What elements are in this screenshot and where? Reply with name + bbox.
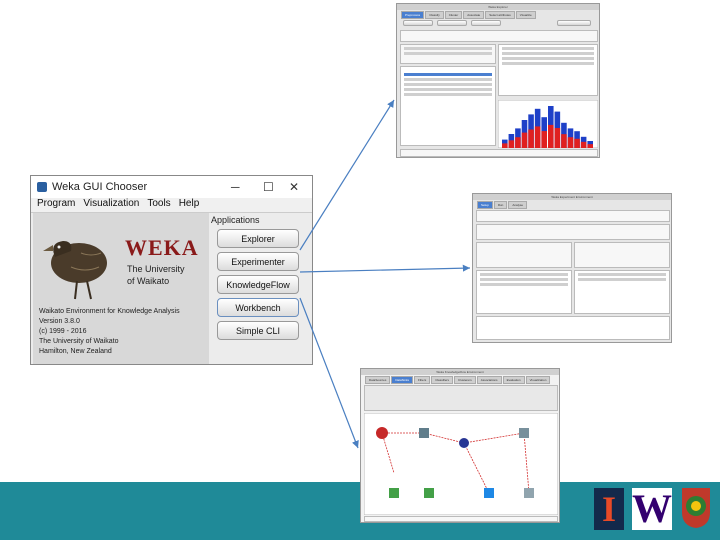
histogram-bar-segment [561,134,567,148]
experiment-config-panel [476,210,670,222]
washington-logo: W [632,486,672,531]
university-line-2: of Waikato [127,276,170,286]
histogram-bar-segment [521,132,528,148]
histogram-bar-segment [567,137,574,148]
workbench-button[interactable]: Workbench [217,298,299,317]
info-line-2: Version 3.8.0 [39,318,80,325]
explorer-tabs: Preprocess Classify Cluster Associate Se… [397,10,599,20]
weka-bird-icon [43,241,107,300]
knowledgeflow-button[interactable]: KnowledgeFlow [217,275,299,294]
datasets-panel [476,270,572,314]
histogram-bar-segment [528,129,534,148]
histogram-bar-segment [541,131,547,148]
histogram-bar-segment [580,141,587,148]
menu-help[interactable]: Help [179,198,200,212]
close-icon[interactable]: ✕ [289,180,299,194]
info-line-1: Waikato Environment for Knowledge Analys… [39,308,180,315]
logo-panel: WEKA The University of Waikato Waikato E… [33,213,209,364]
arrow-to-experimenter [299,264,471,273]
histogram-bar-segment [508,140,515,148]
arrow-to-explorer [299,99,395,251]
illinois-logo: I [594,488,624,530]
university-name: The University of Waikato [127,263,185,287]
kf-status-bar [364,516,558,522]
title-bar: Weka GUI Chooser ─ ☐ ✕ [31,176,312,198]
info-line-4: The University of Waikato [39,338,119,345]
algorithms-panel [574,270,670,314]
experimenter-tabs: Setup Run Analyse [473,200,671,210]
simple-cli-button[interactable]: Simple CLI [217,321,299,340]
info-line-5: Hamilton, New Zealand [39,348,112,355]
current-relation-panel [400,44,496,64]
histogram-bar-segment [574,138,580,148]
tab-filters[interactable]: Filters [414,376,431,384]
university-seal-icon [682,488,710,528]
flow-canvas [364,413,558,515]
tab-run[interactable]: Run [493,201,508,209]
knowledgeflow-window: Weka KnowledgeFlow Environment DataSourc… [360,368,560,523]
minimize-icon[interactable]: ─ [231,180,240,194]
knowledgeflow-tabs: DataSources DataSinks Filters Classifier… [361,375,559,385]
tab-analyse[interactable]: Analyse [508,201,528,209]
status-bar [400,149,598,157]
tab-select-attributes[interactable]: Select attributes [485,11,515,19]
tab-evaluation[interactable]: Evaluation [502,376,525,384]
tab-clusterers[interactable]: Clusterers [454,376,476,384]
experimenter-window: Weka Experiment Environment Setup Run An… [472,193,672,343]
experimenter-button[interactable]: Experimenter [217,252,299,271]
results-destination-panel [476,224,670,240]
notes-panel [476,316,670,340]
attributes-panel [400,66,496,146]
histogram-bar-segment [554,127,561,148]
histogram-bar-segment [515,137,521,148]
explorer-window: Weka Explorer Preprocess Classify Cluste… [396,3,600,158]
menu-visualization[interactable]: Visualization [83,198,139,212]
tab-datasources[interactable]: DataSources [365,376,391,384]
histogram-bar-segment [502,143,508,148]
experiment-type-panel [476,242,572,268]
filter-panel [400,30,598,42]
histogram-bar-segment [548,124,554,148]
tab-visualization[interactable]: Visualization [525,376,551,384]
weka-wordmark: WEKA [125,235,199,260]
open-url-button[interactable] [437,20,467,26]
menu-program[interactable]: Program [37,198,75,212]
weka-app-icon [37,182,47,192]
weka-gui-chooser-window: Weka GUI Chooser ─ ☐ ✕ Program Visualiza… [30,175,313,365]
menu-bar: Program Visualization Tools Help [31,198,312,213]
histogram [498,100,598,148]
tab-classifiers[interactable]: Classifiers [431,376,454,384]
tab-associate[interactable]: Associate [463,11,485,19]
applications-panel: Applications Explorer Experimenter Knowl… [211,213,311,364]
tab-classify[interactable]: Classify [425,11,444,19]
applications-title: Applications [211,215,260,225]
maximize-icon[interactable]: ☐ [263,180,274,194]
window-title: Weka GUI Chooser [52,181,148,193]
open-file-button[interactable] [403,20,433,26]
university-line-1: The University [127,264,185,274]
histogram-bar-segment [587,144,593,148]
save-button[interactable] [557,20,591,26]
open-db-button[interactable] [471,20,501,26]
tab-preprocess[interactable]: Preprocess [401,11,425,19]
iteration-control-panel [574,242,670,268]
menu-tools[interactable]: Tools [147,198,170,212]
tab-associations[interactable]: Associations [476,376,502,384]
tab-setup[interactable]: Setup [477,201,493,209]
tab-cluster[interactable]: Cluster [444,11,463,19]
selected-attribute-panel [498,44,598,96]
explorer-button[interactable]: Explorer [217,229,299,248]
component-palette [364,385,558,411]
tab-visualize[interactable]: Visualize [515,11,536,19]
tab-datasinks[interactable]: DataSinks [391,376,414,384]
info-line-3: (c) 1999 - 2016 [39,328,87,335]
histogram-bar-segment [534,126,541,148]
version-info: Waikato Environment for Knowledge Analys… [39,307,180,357]
